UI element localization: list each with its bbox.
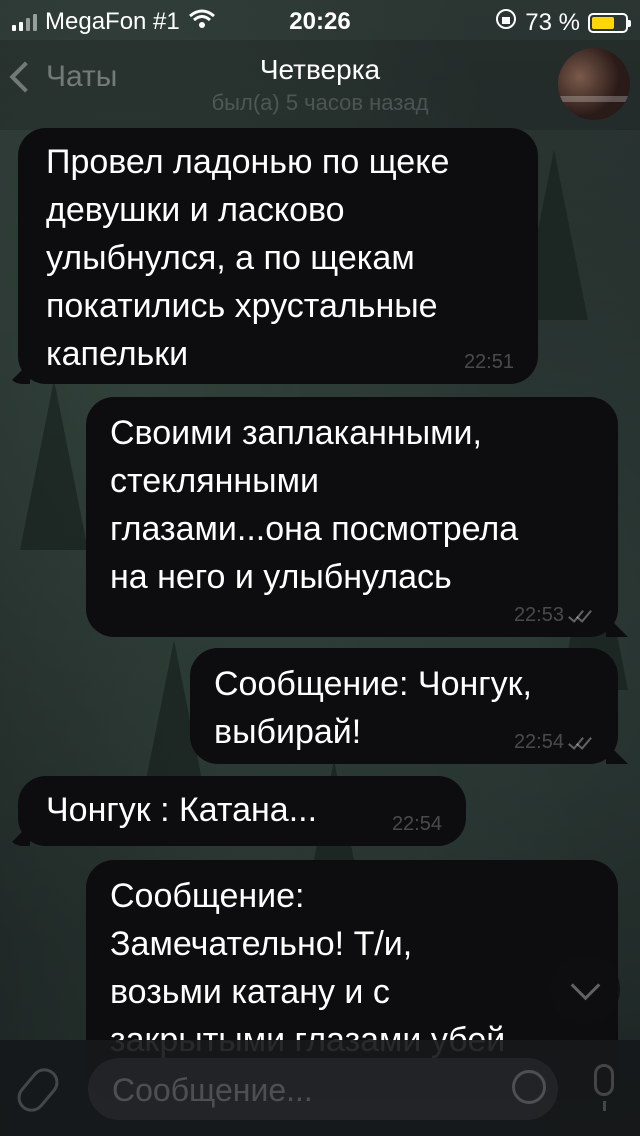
message-field-container (88, 1058, 558, 1122)
status-bar: MegaFon #1 20:26 73 % (0, 0, 640, 40)
message-bubble-incoming[interactable]: Провел ладонью по щеке девушки и ласково… (8, 128, 538, 384)
rotation-lock-icon (495, 8, 517, 37)
chevron-down-icon (570, 970, 600, 1000)
last-seen-status: был(а) 5 часов назад (211, 90, 429, 115)
chat-title[interactable]: Четверка (0, 54, 640, 86)
chat-avatar[interactable] (558, 48, 630, 120)
message-input-bar (0, 1040, 640, 1136)
paperclip-icon[interactable] (11, 1062, 65, 1118)
message-text: Чонгук : Катана... (46, 791, 318, 829)
sticker-icon[interactable] (512, 1070, 546, 1104)
message-time: 22:54 (391, 813, 442, 835)
message-bubble-outgoing[interactable]: Своими заплаканными, стеклянными глазами… (86, 397, 628, 637)
background-tree (20, 380, 88, 550)
message-text: Провел ладонью по щеке девушки и ласково… (46, 143, 450, 373)
message-bubble-outgoing[interactable]: Сообщение: Чонгук, выбирай! 22:54 (190, 648, 628, 764)
message-bubble-incoming[interactable]: Чонгук : Катана... 22:54 (8, 776, 466, 846)
message-input[interactable] (110, 1058, 494, 1122)
message-time: 22:53 (513, 604, 564, 626)
battery-percent: 73 % (525, 8, 580, 36)
double-check-icon (568, 606, 594, 623)
battery-icon (588, 12, 631, 33)
scroll-down-button[interactable] (550, 954, 620, 1024)
message-time: 22:54 (513, 731, 564, 753)
double-check-icon (568, 733, 594, 750)
message-time: 22:51 (463, 351, 514, 373)
chat-header: Чаты Четверка был(а) 5 часов назад (0, 40, 640, 130)
message-text: Своими заплаканными, стеклянными глазами… (110, 414, 519, 596)
message-text: Сообщение: Замечательно! Т/и, возьми кат… (110, 877, 505, 1059)
microphone-icon[interactable] (594, 1064, 614, 1111)
